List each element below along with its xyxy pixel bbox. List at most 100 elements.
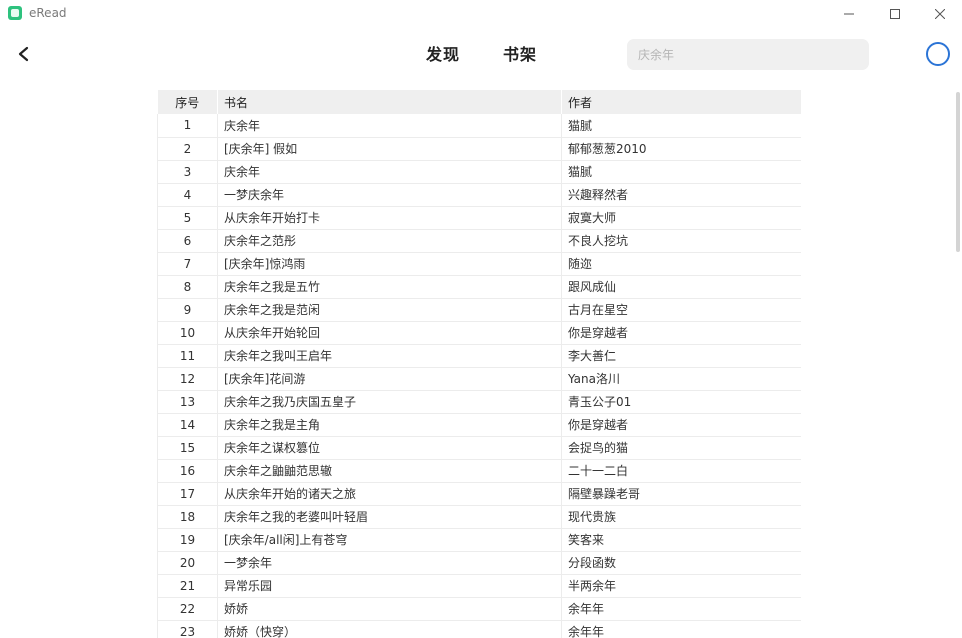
header-title[interactable]: 书名 (217, 90, 562, 114)
row-index: 7 (157, 252, 218, 276)
results-table: 序号 书名 作者 1 庆余年 猫腻 2 [庆余年] 假如 郁郁葱葱2010 3 庆余年 猫腻 4 一… (157, 90, 801, 638)
book-author: 半两余年 (561, 574, 801, 598)
tab-discover[interactable]: 发现 (426, 44, 460, 66)
header-index[interactable]: 序号 (157, 90, 218, 114)
book-author: 分段函数 (561, 551, 801, 575)
table-row[interactable]: 14 庆余年之我是主角 你是穿越者 (157, 413, 801, 437)
table-row[interactable]: 5 从庆余年开始打卡 寂寞大师 (157, 206, 801, 230)
table-row[interactable]: 18 庆余年之我的老婆叫叶轻眉 现代贵族 (157, 505, 801, 529)
book-author: 猫腻 (561, 114, 801, 138)
table-row[interactable]: 16 庆余年之鼬鼬范思辙 二十一二白 (157, 459, 801, 483)
row-index: 4 (157, 183, 218, 207)
table-row[interactable]: 19 [庆余年/all闲]上有苍穹 笑客来 (157, 528, 801, 552)
header-author[interactable]: 作者 (561, 90, 801, 114)
book-title: 庆余年之我是五竹 (217, 275, 562, 299)
maximize-button[interactable] (872, 0, 918, 28)
row-index: 23 (157, 620, 218, 638)
table-row[interactable]: 23 娇娇（快穿） 余年年 (157, 620, 801, 638)
book-title: 庆余年之我乃庆国五皇子 (217, 390, 562, 414)
minimize-button[interactable] (826, 0, 872, 28)
table-row[interactable]: 10 从庆余年开始轮回 你是穿越者 (157, 321, 801, 345)
table-row[interactable]: 1 庆余年 猫腻 (157, 114, 801, 138)
book-author: 现代贵族 (561, 505, 801, 529)
book-author: 余年年 (561, 597, 801, 621)
book-title: 庆余年之我的老婆叫叶轻眉 (217, 505, 562, 529)
table-row[interactable]: 17 从庆余年开始的诸天之旅 隔壁暴躁老哥 (157, 482, 801, 506)
app-title: eRead (29, 6, 67, 20)
book-author: 余年年 (561, 620, 801, 638)
row-index: 6 (157, 229, 218, 253)
table-row[interactable]: 9 庆余年之我是范闲 古月在星空 (157, 298, 801, 322)
table-row[interactable]: 12 [庆余年]花间游 Yana洛川 (157, 367, 801, 391)
book-title: 庆余年 (217, 160, 562, 184)
book-author: 二十一二白 (561, 459, 801, 483)
book-title: 庆余年之我叫王启年 (217, 344, 562, 368)
table-row[interactable]: 8 庆余年之我是五竹 跟风成仙 (157, 275, 801, 299)
book-author: 跟风成仙 (561, 275, 801, 299)
book-title: [庆余年/all闲]上有苍穹 (217, 528, 562, 552)
table-row[interactable]: 15 庆余年之谋权篡位 会捉鸟的猫 (157, 436, 801, 460)
table-row[interactable]: 11 庆余年之我叫王启年 李大善仁 (157, 344, 801, 368)
table-row[interactable]: 3 庆余年 猫腻 (157, 160, 801, 184)
table-row[interactable]: 21 异常乐园 半两余年 (157, 574, 801, 598)
row-index: 11 (157, 344, 218, 368)
book-title: 一梦庆余年 (217, 183, 562, 207)
row-index: 18 (157, 505, 218, 529)
book-author: 隔壁暴躁老哥 (561, 482, 801, 506)
app-logo-icon (8, 6, 22, 20)
back-button[interactable] (12, 42, 36, 66)
table-row[interactable]: 20 一梦余年 分段函数 (157, 551, 801, 575)
book-title: [庆余年]惊鸿雨 (217, 252, 562, 276)
row-index: 16 (157, 459, 218, 483)
row-index: 9 (157, 298, 218, 322)
book-author: 青玉公子01 (561, 390, 801, 414)
results-table-container: 序号 书名 作者 1 庆余年 猫腻 2 [庆余年] 假如 郁郁葱葱2010 3 庆余年 猫腻 4 一… (157, 90, 801, 638)
book-title: [庆余年]花间游 (217, 367, 562, 391)
row-index: 2 (157, 137, 218, 161)
book-author: 不良人挖坑 (561, 229, 801, 253)
search-input[interactable] (627, 39, 869, 70)
scrollbar-thumb[interactable] (956, 92, 960, 252)
minimize-icon (844, 13, 854, 15)
table-row[interactable]: 2 [庆余年] 假如 郁郁葱葱2010 (157, 137, 801, 161)
book-author: 李大善仁 (561, 344, 801, 368)
maximize-icon (890, 9, 900, 19)
table-row[interactable]: 4 一梦庆余年 兴趣释然者 (157, 183, 801, 207)
table-row[interactable]: 7 [庆余年]惊鸿雨 随迩 (157, 252, 801, 276)
tab-bookshelf[interactable]: 书架 (503, 44, 537, 66)
book-title: 从庆余年开始轮回 (217, 321, 562, 345)
book-author: 你是穿越者 (561, 413, 801, 437)
book-title: 庆余年 (217, 114, 562, 138)
book-title: 异常乐园 (217, 574, 562, 598)
scrollbar[interactable] (952, 62, 962, 638)
table-row[interactable]: 22 娇娇 余年年 (157, 597, 801, 621)
table-row[interactable]: 13 庆余年之我乃庆国五皇子 青玉公子01 (157, 390, 801, 414)
book-title: 从庆余年开始打卡 (217, 206, 562, 230)
book-title: 庆余年之鼬鼬范思辙 (217, 459, 562, 483)
book-author: 会捉鸟的猫 (561, 436, 801, 460)
table-row[interactable]: 6 庆余年之范彤 不良人挖坑 (157, 229, 801, 253)
row-index: 15 (157, 436, 218, 460)
row-index: 17 (157, 482, 218, 506)
book-author: 你是穿越者 (561, 321, 801, 345)
book-author: 寂寞大师 (561, 206, 801, 230)
book-title: 庆余年之谋权篡位 (217, 436, 562, 460)
book-title: 庆余年之我是主角 (217, 413, 562, 437)
book-title: 一梦余年 (217, 551, 562, 575)
book-author: 兴趣释然者 (561, 183, 801, 207)
row-index: 10 (157, 321, 218, 345)
table-body: 1 庆余年 猫腻 2 [庆余年] 假如 郁郁葱葱2010 3 庆余年 猫腻 4 一梦庆余年 兴趣释然者… (157, 114, 801, 638)
book-title: 娇娇 (217, 597, 562, 621)
row-index: 20 (157, 551, 218, 575)
loading-ring-icon[interactable] (926, 42, 950, 66)
row-index: 22 (157, 597, 218, 621)
book-author: 郁郁葱葱2010 (561, 137, 801, 161)
row-index: 21 (157, 574, 218, 598)
book-title: 娇娇（快穿） (217, 620, 562, 638)
close-button[interactable] (917, 0, 962, 28)
row-index: 14 (157, 413, 218, 437)
book-author: 随迩 (561, 252, 801, 276)
row-index: 12 (157, 367, 218, 391)
app-window: eRead 发现 书架 序号 书名 (0, 0, 962, 638)
book-title: [庆余年] 假如 (217, 137, 562, 161)
